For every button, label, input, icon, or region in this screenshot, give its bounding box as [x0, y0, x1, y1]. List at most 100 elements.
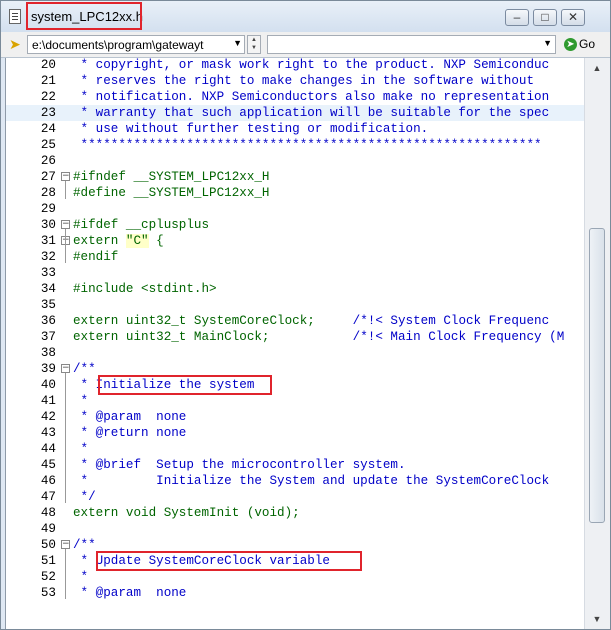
line-number: 32: [40, 250, 56, 264]
line-number: 26: [40, 154, 56, 168]
code-line[interactable]: 45 * @brief Setup the microcontroller sy…: [6, 457, 584, 473]
code-line[interactable]: 32 #endif: [6, 249, 584, 265]
code-line[interactable]: 49: [6, 521, 584, 537]
code-line[interactable]: 41 *: [6, 393, 584, 409]
fold-guide: [65, 181, 66, 199]
title-highlight-box: [26, 2, 142, 30]
path-value: e:\documents\program\gatewayt: [32, 38, 204, 52]
line-number: 24: [40, 122, 56, 136]
code-line[interactable]: 38: [6, 345, 584, 361]
chevron-down-icon[interactable]: ▼: [233, 38, 242, 48]
go-button[interactable]: ➤ Go: [561, 35, 605, 54]
line-number: 47: [40, 490, 56, 504]
code-line[interactable]: 30− #ifdef __cplusplus: [6, 217, 584, 233]
code-line[interactable]: 34 #include <stdint.h>: [6, 281, 584, 297]
minimize-button[interactable]: –: [505, 9, 529, 26]
code-line[interactable]: 36 extern uint32_t SystemCoreClock; /*!< …: [6, 313, 584, 329]
code-line[interactable]: 27− #ifndef __SYSTEM_LPC12xx_H: [6, 169, 584, 185]
code-line[interactable]: 28 #define __SYSTEM_LPC12xx_H: [6, 185, 584, 201]
jump-arrow-icon[interactable]: ➤: [9, 36, 21, 53]
code-line[interactable]: 22 * notification. NXP Semiconductors al…: [6, 89, 584, 105]
line-number: 42: [40, 410, 56, 424]
code-text: extern uint32_t SystemCoreClock; /*!< Sy…: [73, 314, 550, 328]
fold-toggle-icon[interactable]: −: [61, 364, 70, 373]
code-line[interactable]: 25 *************************************…: [6, 137, 584, 153]
line-number: 36: [40, 314, 56, 328]
search-input[interactable]: ▼: [267, 35, 556, 54]
code-line[interactable]: 43 * @return none: [6, 425, 584, 441]
code-text: #ifdef __cplusplus: [73, 218, 210, 232]
fold-toggle-icon[interactable]: −: [61, 540, 70, 549]
code-line[interactable]: 39−/**: [6, 361, 584, 377]
code-line[interactable]: 35: [6, 297, 584, 313]
vertical-scrollbar[interactable]: ▲ ▼: [584, 58, 610, 629]
line-number: 45: [40, 458, 56, 472]
close-button[interactable]: ✕: [561, 9, 585, 26]
code-text: extern void SystemInit (void);: [73, 506, 300, 520]
line-number: 35: [40, 298, 56, 312]
path-dropdown[interactable]: e:\documents\program\gatewayt ▼: [27, 35, 245, 54]
code-line[interactable]: 52 *: [6, 569, 584, 585]
code-line[interactable]: 29: [6, 201, 584, 217]
code-line[interactable]: 24 * use without further testing or modi…: [6, 121, 584, 137]
code-line[interactable]: 37 extern uint32_t MainClock; /*!< Main C…: [6, 329, 584, 345]
fold-guide: [65, 229, 66, 263]
path-spinner[interactable]: ▲ ▼: [247, 35, 261, 54]
line-number: 37: [40, 330, 56, 344]
line-number: 40: [40, 378, 56, 392]
code-text: * @param none: [73, 586, 187, 600]
annotation-highlight-box: [98, 375, 272, 395]
code-text: * @brief Setup the microcontroller syste…: [73, 458, 406, 472]
code-line[interactable]: 21 * reserves the right to make changes …: [6, 73, 584, 89]
chevron-down-icon[interactable]: ▼: [543, 38, 552, 48]
code-text: *: [73, 394, 89, 408]
code-text: *: [73, 570, 89, 584]
maximize-button[interactable]: □: [533, 9, 557, 26]
code-line[interactable]: 48 extern void SystemInit (void);: [6, 505, 584, 521]
code-line[interactable]: 33: [6, 265, 584, 281]
code-text: /**: [73, 538, 96, 552]
line-number: 20: [40, 58, 56, 72]
code-line[interactable]: 53 * @param none: [6, 585, 584, 601]
code-line[interactable]: 47 */: [6, 489, 584, 505]
code-line[interactable]: 26: [6, 153, 584, 169]
code-text: #ifndef __SYSTEM_LPC12xx_H: [73, 170, 270, 184]
fold-guide: [65, 373, 66, 503]
code-line[interactable]: 31−extern "C" {: [6, 233, 584, 249]
fold-toggle-icon[interactable]: −: [61, 220, 70, 229]
line-number: 48: [40, 506, 56, 520]
line-number: 39: [40, 362, 56, 376]
scroll-thumb[interactable]: [589, 228, 605, 523]
code-text: * Initialize the System and update the S…: [73, 474, 550, 488]
code-line[interactable]: 42 * @param none: [6, 409, 584, 425]
line-number: 52: [40, 570, 56, 584]
line-number: 43: [40, 426, 56, 440]
code-line[interactable]: 23 * warranty that such application will…: [6, 105, 584, 121]
fold-guide: [65, 549, 66, 599]
line-number: 34: [40, 282, 56, 296]
line-number: 50: [40, 538, 56, 552]
document-icon: [9, 9, 21, 24]
code-text: * warranty that such application will be…: [73, 106, 550, 120]
go-arrow-icon: ➤: [564, 38, 577, 51]
code-editor[interactable]: 20 * copyright, or mask work right to th…: [5, 58, 584, 629]
code-line[interactable]: 46 * Initialize the System and update th…: [6, 473, 584, 489]
line-number: 28: [40, 186, 56, 200]
scroll-down-icon[interactable]: ▼: [589, 611, 605, 627]
code-text: #include <stdint.h>: [73, 282, 217, 296]
fold-toggle-icon[interactable]: −: [61, 172, 70, 181]
code-text: *: [73, 442, 89, 456]
code-text: extern "C" {: [73, 234, 164, 248]
code-text: extern uint32_t MainClock; /*!< Main Clo…: [73, 330, 565, 344]
code-line[interactable]: 44 *: [6, 441, 584, 457]
code-line[interactable]: 40 * Initialize the system: [6, 377, 584, 393]
title-bar[interactable]: system_LPC12xx.h – □ ✕: [1, 1, 610, 32]
line-number: 31: [40, 234, 56, 248]
code-line[interactable]: 20 * copyright, or mask work right to th…: [6, 58, 584, 73]
scroll-up-icon[interactable]: ▲: [589, 60, 605, 76]
code-text: */: [73, 490, 96, 504]
code-text: * @return none: [73, 426, 187, 440]
line-number: 41: [40, 394, 56, 408]
code-text: * use without further testing or modific…: [73, 122, 429, 136]
code-text: ****************************************…: [73, 138, 542, 152]
